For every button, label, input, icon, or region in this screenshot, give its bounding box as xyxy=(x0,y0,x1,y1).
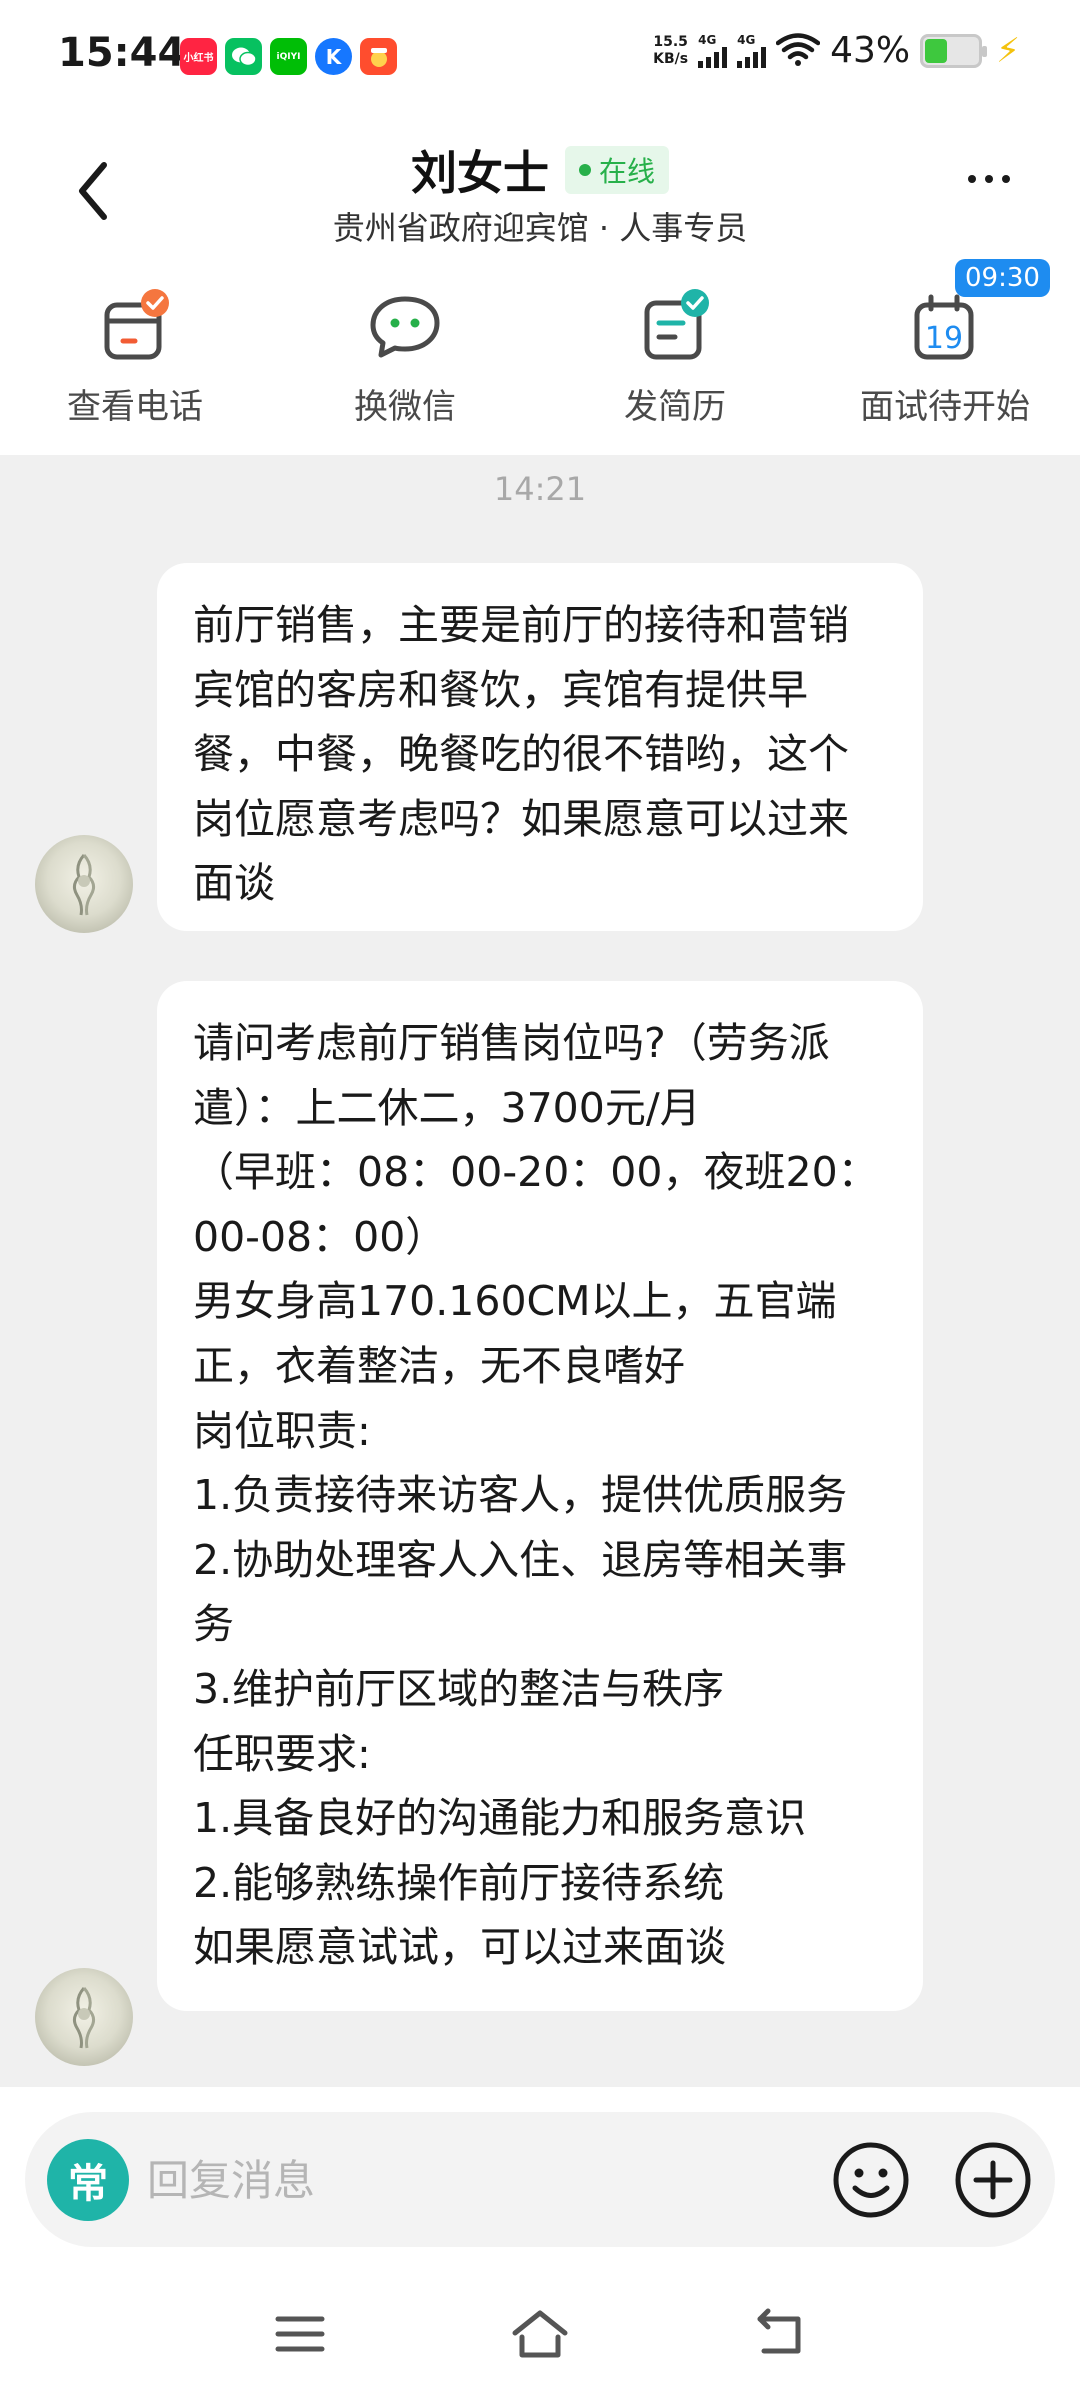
status-time: 15:44 xyxy=(58,30,186,76)
charging-bolt-icon: ⚡ xyxy=(996,30,1020,71)
iqiyi-icon-label: iQIYI xyxy=(276,51,301,62)
battery-icon xyxy=(920,33,988,68)
k-app-icon-label: K xyxy=(325,44,342,69)
contact-name: 刘女士 xyxy=(410,146,549,200)
status-bar: 15:44 小红书 iQIYI K 15.5 KB/s 4G 4G 43% ⚡ xyxy=(0,0,1080,115)
plus-circle-icon xyxy=(955,2142,1031,2218)
wifi-icon xyxy=(775,32,821,70)
iqiyi-icon: iQIYI xyxy=(270,38,307,75)
xiaohongshu-icon-label: 小红书 xyxy=(183,53,214,64)
interview-pending-label: 面试待开始 xyxy=(860,387,1030,427)
reply-input[interactable] xyxy=(147,2142,827,2218)
send-resume-button[interactable]: 发简历 xyxy=(540,285,810,428)
notification-icons: 小红书 iQIYI K xyxy=(180,38,397,75)
xiaohongshu-icon: 小红书 xyxy=(180,38,217,75)
view-phone-button[interactable]: 查看电话 xyxy=(0,285,270,428)
menu-nav-button[interactable] xyxy=(270,2307,330,2361)
wechat-icon xyxy=(225,38,262,75)
signal-1-icon: 4G xyxy=(698,32,728,68)
message-timestamp: 14:21 xyxy=(493,470,587,508)
signal-2-icon: 4G xyxy=(737,32,767,68)
input-bar: 常 xyxy=(25,2112,1055,2247)
more-options-button[interactable] xyxy=(968,175,1010,183)
contact-avatar[interactable] xyxy=(35,1968,133,2066)
emoji-button[interactable] xyxy=(830,2139,912,2221)
chat-header: 刘女士 在线 贵州省政府迎宾馆 · 人事专员 xyxy=(0,115,1080,265)
battery-fill xyxy=(925,38,948,63)
more-actions-button[interactable] xyxy=(952,2139,1034,2221)
chat-bubble-icon xyxy=(365,285,445,365)
signal-2-label: 4G xyxy=(737,32,756,47)
online-dot-icon xyxy=(578,164,591,176)
online-status-text: 在线 xyxy=(598,155,655,188)
interview-pending-button[interactable]: 19 09:30 面试待开始 xyxy=(810,259,1080,428)
avatar-image xyxy=(72,1986,96,2049)
input-area: 常 xyxy=(0,2087,1080,2267)
common-phrases-button[interactable]: 常 xyxy=(47,2139,129,2221)
chat-message-list[interactable]: 14:21 前厅销售，主要是前厅的接待和营销宾馆的客房和餐饮，宾馆有提供早餐，中… xyxy=(0,455,1080,2087)
action-row: 查看电话 换微信 发简历 19 09:30 面试待开始 xyxy=(0,259,1080,455)
calendar-day: 19 xyxy=(925,321,963,356)
k-app-icon: K xyxy=(315,38,352,75)
home-nav-button[interactable] xyxy=(510,2307,570,2361)
message-bubble[interactable]: 前厅销售，主要是前厅的接待和营销宾馆的客房和餐饮，宾馆有提供早餐，中餐，晚餐吃的… xyxy=(157,563,923,931)
contact-subtitle: 贵州省政府迎宾馆 · 人事专员 xyxy=(332,209,748,247)
resume-icon xyxy=(635,285,715,365)
interview-time-tag: 09:30 xyxy=(955,259,1050,297)
view-phone-label: 查看电话 xyxy=(67,387,203,427)
avatar-image xyxy=(72,853,96,916)
calendar-icon: 19 09:30 xyxy=(905,259,1050,365)
menu-icon xyxy=(275,2316,325,2352)
smiley-icon xyxy=(833,2142,909,2218)
system-nav-bar xyxy=(0,2267,1080,2400)
contact-avatar[interactable] xyxy=(35,835,133,933)
back-arrow-icon xyxy=(757,2308,801,2354)
phone-card-icon xyxy=(95,285,175,365)
exchange-wechat-label: 换微信 xyxy=(354,387,456,427)
exchange-wechat-button[interactable]: 换微信 xyxy=(270,285,540,428)
online-status-badge: 在线 xyxy=(564,146,669,194)
battery-percent: 43% xyxy=(830,30,911,71)
net-speed: 15.5 KB/s xyxy=(653,34,688,68)
message-bubble[interactable]: 请问考虑前厅销售岗位吗?（劳务派遣）：上二休二，3700元/月 （早班：08：0… xyxy=(157,981,923,2011)
status-right: 15.5 KB/s 4G 4G 43% ⚡ xyxy=(653,30,1020,71)
back-nav-button[interactable] xyxy=(750,2307,810,2361)
send-resume-label: 发简历 xyxy=(624,387,726,427)
title-row: 刘女士 在线 xyxy=(0,137,1080,203)
net-speed-value: 15.5 xyxy=(653,33,688,50)
food-app-icon xyxy=(360,38,397,75)
net-speed-unit: KB/s xyxy=(653,50,689,67)
home-icon xyxy=(512,2310,568,2358)
signal-1-label: 4G xyxy=(698,32,717,47)
